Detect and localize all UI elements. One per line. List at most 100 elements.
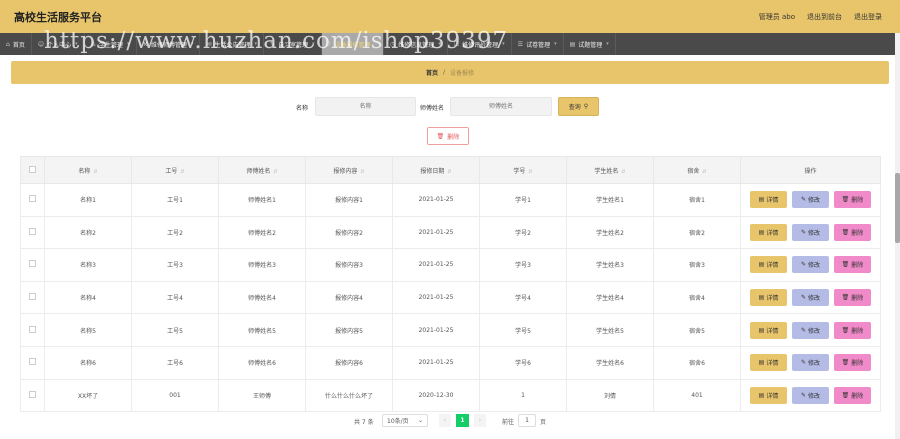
table-cell: 学号5	[479, 313, 567, 347]
col-student-name[interactable]: 学生姓名 ⇵	[566, 156, 654, 184]
batch-delete-button[interactable]: 🗑 删除	[427, 127, 469, 145]
col-worker-name[interactable]: 师傅姓名 ⇵	[218, 156, 306, 184]
table-cell: 学生姓名4	[566, 280, 654, 315]
app-title: 高校生活服务平台	[14, 11, 102, 24]
row-checkbox[interactable]	[29, 390, 36, 398]
table-cell: 学生姓名1	[566, 183, 654, 217]
edit-button[interactable]: ✎ 修改	[792, 191, 829, 209]
col-worker-id[interactable]: 工号 ⇵	[131, 156, 219, 184]
nav-item-10[interactable]: ▤ 试题管理 ▾	[564, 33, 616, 55]
edit-button[interactable]: ✎ 修改	[792, 354, 829, 372]
row-actions-cell: ▤ 详情 ✎ 修改 🗑 删除	[740, 248, 881, 282]
edit-button[interactable]: ✎ 修改	[792, 256, 829, 274]
table-cell: 401	[653, 378, 741, 413]
delete-button[interactable]: 🗑 删除	[834, 386, 871, 404]
edit-button[interactable]: ✎ 修改	[792, 223, 829, 241]
search-icon: ⚲	[583, 103, 589, 110]
pagination: 共 7 条 10条/页 ⌄ ‹ 1 › 前往 1 页	[0, 414, 900, 428]
table-cell: 2021-01-25	[392, 215, 480, 250]
exam-icon: ☰	[517, 40, 524, 48]
next-page-button[interactable]: ›	[474, 414, 486, 427]
col-dorm[interactable]: 宿舍 ⇵	[653, 156, 741, 184]
table-cell: 名称2	[44, 215, 132, 250]
row-checkbox[interactable]	[29, 227, 36, 235]
table-cell: 工号2	[131, 215, 219, 250]
col-name[interactable]: 名称 ⇵	[44, 156, 132, 184]
col-student-id[interactable]: 学号 ⇵	[479, 156, 567, 184]
detail-button[interactable]: ▤ 详情	[750, 321, 787, 339]
nav-item-label: 试题管理	[578, 41, 603, 49]
chevron-down-icon: ▾	[606, 41, 609, 47]
page-suffix: 页	[540, 419, 547, 426]
table-cell: 工号6	[131, 345, 219, 380]
trash-icon: 🗑	[841, 196, 850, 204]
delete-button[interactable]: 🗑 删除	[834, 256, 871, 274]
scrollbar-thumb[interactable]	[895, 173, 900, 243]
table-cell: 学号1	[479, 183, 567, 217]
goto-label: 前往	[502, 419, 515, 426]
breadcrumb-home[interactable]: 首页	[426, 68, 438, 77]
scrollbar[interactable]	[895, 33, 900, 439]
jump-page-input[interactable]: 1	[518, 414, 536, 427]
detail-button[interactable]: ▤ 详情	[750, 256, 787, 274]
row-select-cell	[20, 248, 45, 282]
detail-button[interactable]: ▤ 详情	[750, 354, 787, 372]
trash-icon: 🗑	[436, 132, 445, 140]
trash-icon: 🗑	[841, 359, 850, 367]
row-checkbox[interactable]	[29, 293, 36, 301]
detail-button[interactable]: ▤ 详情	[750, 223, 787, 241]
table-cell: 学生姓名6	[566, 345, 654, 380]
sort-icon: ⇵	[273, 168, 278, 175]
table-cell: 学号6	[479, 345, 567, 380]
col-content[interactable]: 报修内容 ⇵	[305, 156, 393, 184]
nav-item-9[interactable]: ☰ 试卷管理 ▾	[512, 33, 564, 55]
table-cell: 工号4	[131, 280, 219, 315]
row-checkbox[interactable]	[29, 358, 36, 366]
back-home-link[interactable]: 退出到前台	[807, 12, 842, 22]
delete-button[interactable]: 🗑 删除	[834, 223, 871, 241]
page-number[interactable]: 1	[456, 414, 469, 427]
table-cell: 报修内容3	[305, 248, 393, 282]
chevron-down-icon: ▾	[554, 41, 557, 47]
row-checkbox[interactable]	[29, 195, 36, 203]
edit-button[interactable]: ✎ 修改	[792, 289, 829, 307]
edit-icon: ✎	[800, 228, 806, 236]
nav-item-0[interactable]: ⌂ 首页	[0, 33, 32, 55]
detail-icon: ▤	[758, 261, 765, 269]
table-cell: 报修内容2	[305, 215, 393, 250]
table-cell: 宿舍4	[653, 280, 741, 315]
repair-table: 名称 ⇵ 工号 ⇵ 师傅姓名 ⇵ 报修内容 ⇵ 报修日期 ⇵ 学号 ⇵ 学生姓名 ⇵ 宿舍 ⇵ …	[20, 156, 881, 413]
breadcrumb-current: 设备报修	[450, 70, 475, 77]
row-checkbox[interactable]	[29, 260, 36, 268]
col-date[interactable]: 报修日期 ⇵	[392, 156, 480, 184]
delete-button[interactable]: 🗑 删除	[834, 354, 871, 372]
edit-button[interactable]: ✎ 修改	[792, 386, 829, 404]
row-select-cell	[20, 280, 45, 315]
table-cell: 师傅姓名3	[218, 248, 306, 282]
trash-icon: 🗑	[841, 228, 850, 236]
page-size-select[interactable]: 10条/页 ⌄	[382, 414, 428, 427]
detail-icon: ▤	[758, 391, 765, 399]
detail-button[interactable]: ▤ 详情	[750, 386, 787, 404]
query-button[interactable]: 查询 ⚲	[558, 97, 599, 116]
table-cell: 2021-01-25	[392, 183, 480, 217]
detail-button[interactable]: ▤ 详情	[750, 289, 787, 307]
delete-button[interactable]: 🗑 删除	[834, 191, 871, 209]
detail-button[interactable]: ▤ 详情	[750, 191, 787, 209]
table-cell: 什么什么什么坏了	[305, 378, 393, 413]
logout-link[interactable]: 退出登录	[854, 12, 882, 22]
worker-input[interactable]	[450, 97, 552, 116]
trash-icon: 🗑	[841, 294, 850, 302]
row-select-cell	[20, 345, 45, 380]
edit-button[interactable]: ✎ 修改	[792, 321, 829, 339]
select-all-checkbox[interactable]	[29, 165, 36, 173]
name-input[interactable]	[315, 97, 416, 116]
table-cell: 师傅姓名5	[218, 313, 306, 347]
row-actions-cell: ▤ 详情 ✎ 修改 🗑 删除	[740, 378, 881, 413]
row-checkbox[interactable]	[29, 325, 36, 333]
prev-page-button[interactable]: ‹	[439, 414, 451, 427]
delete-button[interactable]: 🗑 删除	[834, 289, 871, 307]
delete-button[interactable]: 🗑 删除	[834, 321, 871, 339]
watermark: https://www.huzhan.com/ishop39397	[44, 28, 509, 54]
row-actions-cell: ▤ 详情 ✎ 修改 🗑 删除	[740, 345, 881, 380]
